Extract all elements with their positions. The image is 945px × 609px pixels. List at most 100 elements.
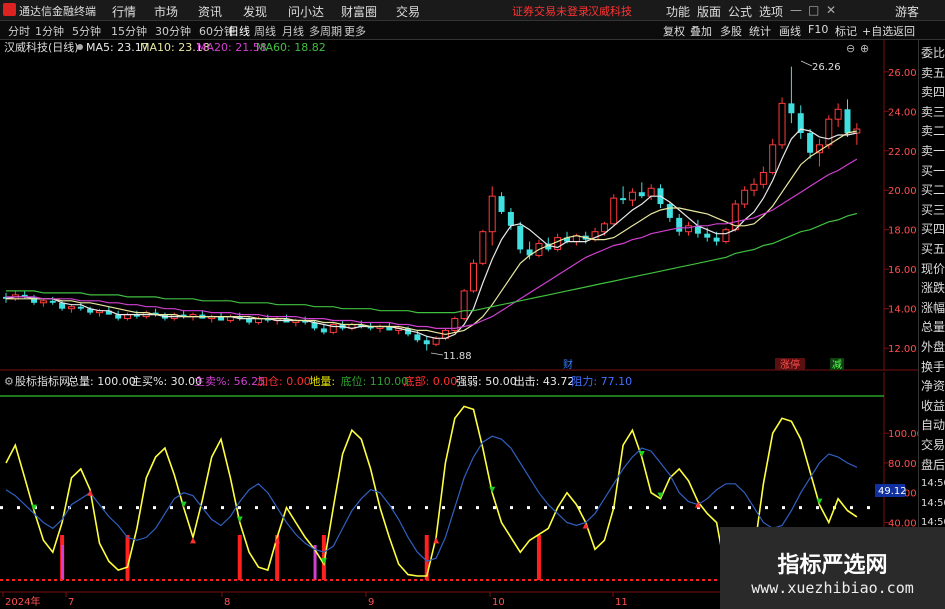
period-monthly[interactable]: 月线 [282,23,304,39]
ma-line-ma60 [6,212,858,314]
side-panel-item[interactable]: 涨幅 [921,301,945,315]
zhangting-label: 涨停 [780,358,800,371]
side-panel-item[interactable]: 买四 [921,222,945,236]
menu-caifuquan[interactable]: 财富圈 [341,3,377,20]
side-panel-item[interactable]: 买五 [921,242,945,256]
green-arrow-marker [236,516,243,523]
maximize-icon[interactable]: □ [808,3,819,17]
candle-body [517,225,524,250]
watermark-box: 指标严选网 www.xuezhibiao.com [720,527,945,609]
period-5min[interactable]: 5分钟 [72,23,101,39]
side-panel-item[interactable]: 卖四 [921,85,945,99]
candle-body [628,191,636,201]
candle-body [844,109,851,133]
side-panel-item[interactable]: 净资 [921,379,945,393]
candle-body [834,108,842,120]
menu-faxian[interactable]: 发现 [243,3,267,20]
side-panel-item[interactable]: 买二 [921,183,945,197]
high-pointer [800,60,813,67]
candle-body [432,337,440,345]
side-panel-item[interactable]: 盘后 [921,458,945,472]
chart-area[interactable]: 汉威科技(日线) MA5: 23.17 MA10: 23.18 MA20: 21… [0,40,918,609]
side-panel-item[interactable]: 14:50 [921,477,945,491]
draw-line-button[interactable]: 画线 [779,23,801,39]
zoom-in-icon[interactable]: ⊕ [860,42,869,55]
guest-label[interactable]: 游客 [895,3,919,20]
red-signal-bar [125,535,130,580]
side-panel-item[interactable]: 涨跌 [921,281,945,295]
side-panel-item[interactable]: 外盘 [921,340,945,354]
indicator-value: 强弱: 50.00 [456,375,517,388]
indicator-value: 底部: 0.00 [404,374,458,388]
candle-body [124,314,132,320]
main-tick-label: 20.00 [888,186,917,197]
side-panel-item[interactable]: 收益 [921,399,945,413]
fuquan-button[interactable]: 复权 [663,23,685,39]
side-panel-item[interactable]: 交易 [921,438,945,452]
period-daily[interactable]: 日线 [228,23,250,39]
stats-button[interactable]: 统计 [749,23,771,39]
low-label: 11.88 [443,351,472,362]
f10-button[interactable]: F10 [808,23,828,36]
side-panel-item[interactable]: 委比 [921,46,945,60]
side-panel-item[interactable]: 买三 [921,203,945,217]
candle-body [750,183,758,191]
menu-shichang[interactable]: 市场 [154,3,178,20]
overlay-button[interactable]: 叠加 [690,23,712,39]
period-multi[interactable]: 多周期 [309,23,342,39]
menu-gongshi[interactable]: 公式 [728,3,752,20]
side-panel-item[interactable]: 卖三 [921,105,945,119]
candle-body [704,233,711,238]
green-arrow-marker [816,498,823,505]
candle-body [67,306,75,310]
cai-marker[interactable]: 财 [563,358,573,371]
green-arrow-marker [180,501,187,508]
menu-jiaoyi[interactable]: 交易 [396,3,420,20]
app-logo-icon [3,3,16,16]
side-panel-item[interactable]: 总量 [921,320,945,334]
minimize-icon[interactable]: — [790,3,802,17]
side-panel-item[interactable]: 换手 [921,360,945,374]
indicator-value: 主卖%: 56.25 [194,375,265,388]
menu-hangqing[interactable]: 行情 [112,3,136,20]
add-watchlist-button[interactable]: +自选 [862,23,893,39]
side-panel-item[interactable]: 现价 [921,262,945,276]
main-tick-label: 12.00 [888,344,917,355]
menu-xuanxiang[interactable]: 选项 [759,3,783,20]
main-tick-label: 14.00 [888,305,917,316]
candle-body [647,187,655,197]
period-30min[interactable]: 30分钟 [155,23,191,39]
mark-button[interactable]: 标记 [835,23,857,39]
trade-login-notice[interactable]: 证券交易未登录 [512,3,589,19]
close-icon[interactable]: ✕ [826,3,836,17]
side-panel-item[interactable]: 14:50 [921,497,945,511]
period-15min[interactable]: 15分钟 [111,23,147,39]
side-panel-item[interactable]: 卖一 [921,144,945,158]
side-panel-item[interactable]: 卖五 [921,66,945,80]
settings-dot-icon[interactable] [77,44,83,50]
xaxis-label: 2024年 [5,595,40,608]
xaxis-label: 10 [492,597,505,608]
candle-body [479,231,487,264]
back-button[interactable]: 返回 [893,23,915,39]
watermark-title: 指标严选网 [777,553,888,578]
side-panel-item[interactable]: 买一 [921,164,945,178]
period-more[interactable]: 更多 [344,23,366,39]
menu-gongneng[interactable]: 功能 [666,3,690,20]
xaxis-label: 7 [68,597,74,608]
period-fenshi[interactable]: 分时 [8,23,30,39]
zoom-out-icon[interactable]: ⊖ [846,42,855,55]
side-panel-item[interactable]: 卖二 [921,124,945,138]
menu-wenxiaoda[interactable]: 问小达 [288,3,324,20]
period-1min[interactable]: 1分钟 [35,23,64,39]
indicator-settings-icon[interactable]: ⚙ [4,375,14,388]
candle-body [77,306,84,309]
green-arrow-marker [489,486,496,493]
candle-body [741,189,749,205]
menu-banmian[interactable]: 版面 [697,3,721,20]
xaxis-label: 11 [615,597,628,608]
menu-zixun[interactable]: 资讯 [198,3,222,20]
side-panel-item[interactable]: 自动 [921,418,945,432]
multi-stock-button[interactable]: 多股 [720,23,742,39]
period-weekly[interactable]: 周线 [254,23,276,39]
